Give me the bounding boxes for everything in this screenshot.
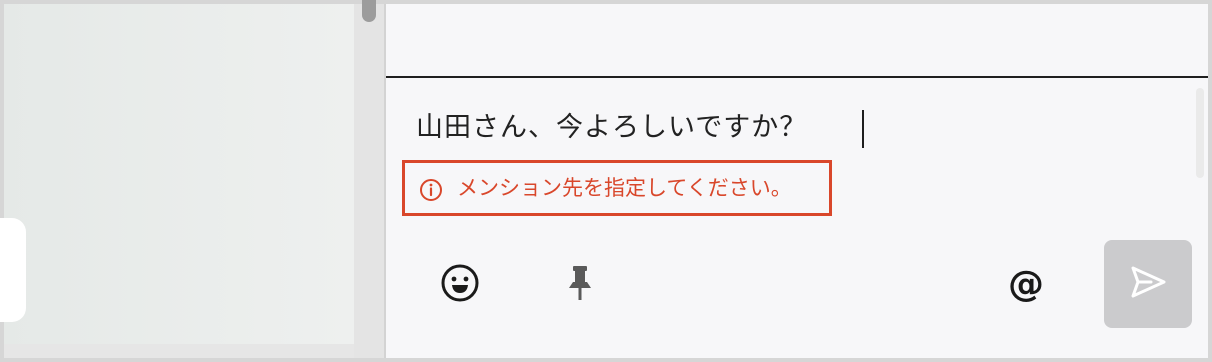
background-pane-footer [4,344,354,358]
composer-scrollbar[interactable] [1196,88,1204,178]
at-sign-icon: @ [1008,264,1044,305]
pin-button[interactable] [556,261,604,309]
send-button[interactable] [1104,240,1192,328]
error-message: メンション先を指定してください。 [457,176,792,200]
validation-error: メンション先を指定してください。 [402,160,832,216]
text-caret [862,110,864,148]
message-composer: 山田さん、今よろしいですか？ メンション先を指定してください。 @ [386,4,1208,358]
emoji-button[interactable] [436,261,484,309]
background-pane [4,4,354,344]
info-circle-icon [419,178,443,202]
paper-plane-icon [1127,261,1169,307]
pane-gutter [354,4,384,358]
composer-top-border [386,76,1208,78]
side-drawer-tab[interactable] [0,218,26,322]
smiley-face-icon [440,263,480,307]
mention-button[interactable]: @ [1002,261,1050,309]
message-input[interactable]: 山田さん、今よろしいですか？ [416,106,807,150]
pushpin-icon [562,263,598,307]
resize-handle[interactable] [362,0,376,22]
